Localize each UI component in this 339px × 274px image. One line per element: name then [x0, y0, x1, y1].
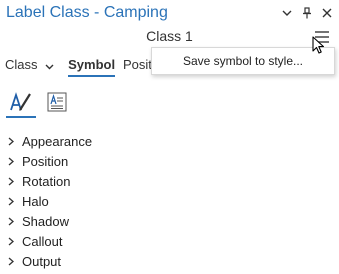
property-sections: Appearance Position Rotation Halo Shadow…: [6, 131, 339, 271]
save-symbol-to-style-menu-item[interactable]: Save symbol to style...: [152, 48, 334, 74]
chevron-right-icon: [6, 156, 16, 166]
section-label: Position: [22, 153, 69, 169]
close-icon[interactable]: [319, 5, 335, 21]
chevron-right-icon: [6, 136, 16, 146]
chevron-right-icon: [6, 196, 16, 206]
section-label: Appearance: [22, 133, 93, 149]
section-halo[interactable]: Halo: [6, 191, 339, 211]
tab-class[interactable]: Class: [5, 56, 54, 74]
section-shadow[interactable]: Shadow: [6, 211, 339, 231]
tab-class-label: Class: [5, 57, 38, 72]
class-name: Class 1: [146, 28, 193, 44]
chevron-right-icon: [6, 216, 16, 226]
section-label: Rotation: [22, 173, 71, 189]
section-rotation[interactable]: Rotation: [6, 171, 339, 191]
section-appearance[interactable]: Appearance: [6, 131, 339, 151]
section-label: Callout: [22, 233, 63, 249]
pane-controls: [279, 5, 335, 21]
chevron-right-icon: [6, 176, 16, 186]
text-symbol-icon[interactable]: [6, 88, 36, 118]
pane-title: Label Class - Camping: [6, 4, 168, 21]
section-output[interactable]: Output: [6, 251, 339, 271]
section-label: Shadow: [22, 213, 69, 229]
section-callout[interactable]: Callout: [6, 231, 339, 251]
chevron-down-icon: [45, 57, 54, 75]
section-position[interactable]: Position: [6, 151, 339, 171]
hamburger-menu-icon[interactable]: [311, 28, 331, 46]
pin-icon[interactable]: [299, 5, 315, 21]
section-label: Output: [22, 253, 62, 269]
text-formatting-icon[interactable]: [42, 88, 72, 116]
symbol-subtool-bar: [6, 88, 72, 118]
chevron-down-icon[interactable]: [279, 5, 295, 21]
tab-position[interactable]: Positi: [123, 56, 151, 74]
options-menu: Save symbol to style...: [151, 47, 335, 75]
label-class-pane: Label Class - Camping Class 1 Class Symb…: [0, 0, 339, 274]
chevron-right-icon: [6, 236, 16, 246]
chevron-right-icon: [6, 256, 16, 266]
section-label: Halo: [22, 193, 49, 209]
tab-symbol[interactable]: Symbol: [68, 56, 115, 77]
tab-bar: Class Symbol: [5, 56, 129, 77]
